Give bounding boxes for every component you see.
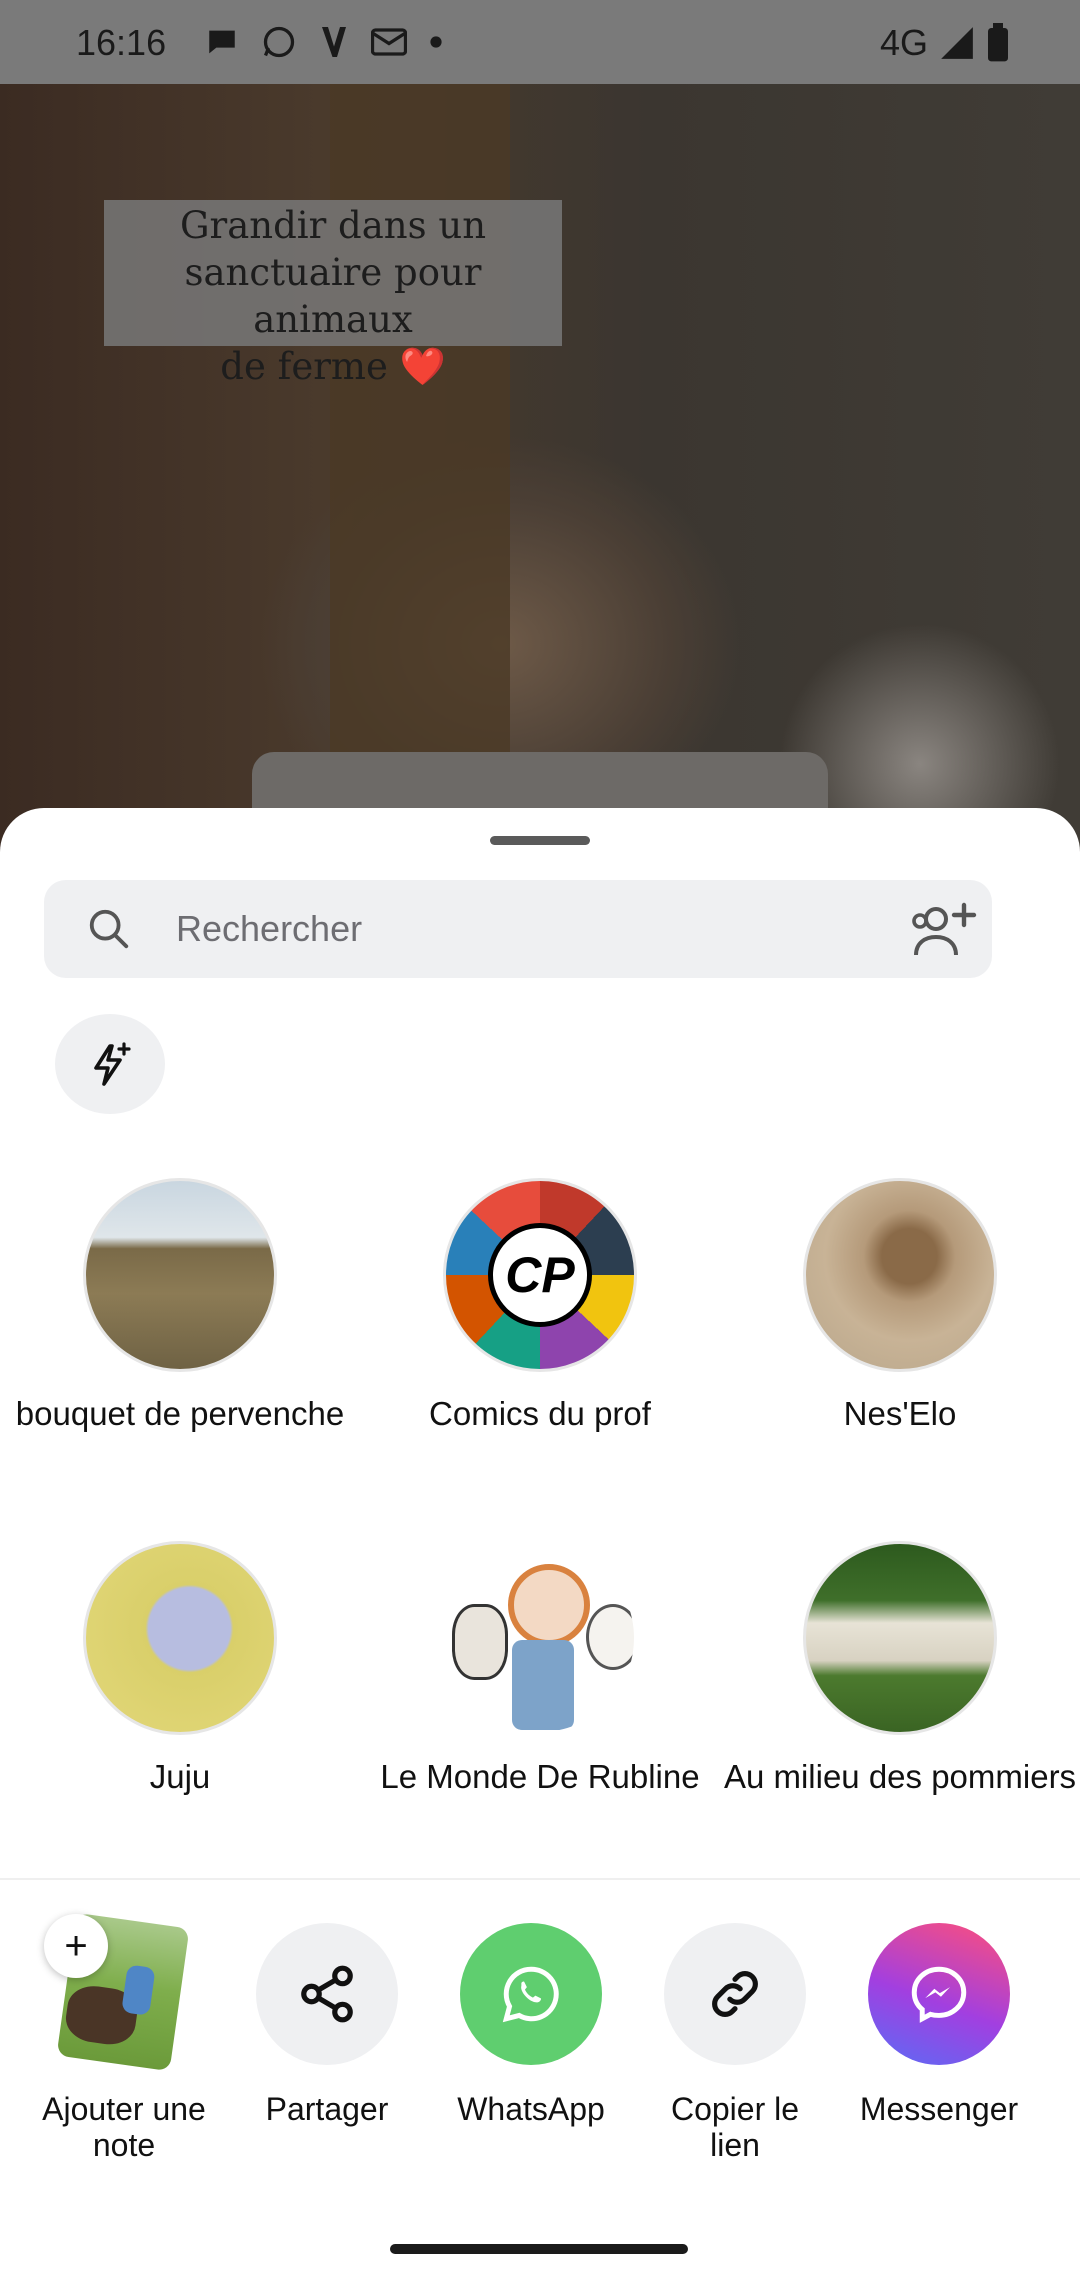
- link-icon: [712, 1971, 758, 2017]
- messenger-icon: [911, 1966, 967, 2023]
- comics-logo-text: CP: [505, 1247, 575, 1303]
- contact-juju[interactable]: Juju: [0, 1541, 360, 1799]
- comics-logo: CP: [488, 1223, 592, 1327]
- caption-line: sanctuaire pour animaux: [184, 251, 482, 341]
- add-note-button[interactable]: Ajouter une note: [34, 2091, 214, 2163]
- action-label: Ajouter une note: [42, 2091, 206, 2163]
- contact-comics-du-prof[interactable]: CP Comics du prof: [360, 1178, 720, 1436]
- contact-nes-elo[interactable]: Nes'Elo: [720, 1178, 1080, 1436]
- messenger-button[interactable]: Messenger: [849, 1923, 1029, 2127]
- sheep-illustration: [586, 1604, 634, 1670]
- whatsapp-icon: [263, 26, 295, 58]
- goat-illustration: [452, 1604, 508, 1680]
- avatar: [443, 1541, 637, 1735]
- girl-illustration: [508, 1564, 590, 1646]
- search-input[interactable]: Rechercher: [176, 908, 362, 950]
- action-label: WhatsApp: [457, 2091, 605, 2127]
- ai-spark-button[interactable]: [55, 1014, 165, 1114]
- whatsapp-circle: [460, 1923, 602, 2065]
- home-indicator[interactable]: [390, 2244, 688, 2254]
- copy-link-button[interactable]: Copier le lien: [645, 1923, 825, 2163]
- add-note-plus-icon[interactable]: +: [44, 1914, 108, 1978]
- network-label: 4G: [879, 22, 928, 63]
- drag-handle[interactable]: [490, 836, 590, 845]
- search-bar[interactable]: Rechercher: [44, 880, 992, 978]
- caption-line: de ferme ❤️: [220, 345, 446, 388]
- battery-icon: [988, 23, 1008, 62]
- v-app-icon: [322, 27, 346, 57]
- contact-name: Comics du prof: [429, 1395, 651, 1432]
- avatar: [803, 1178, 997, 1372]
- contact-au-milieu-des-pommiers[interactable]: Au milieu des pommiers: [720, 1541, 1080, 1799]
- contact-name: Juju: [149, 1758, 211, 1795]
- avatar: [83, 1541, 277, 1735]
- chat-icon: [209, 30, 235, 54]
- notification-icons: [205, 24, 443, 60]
- action-label: Messenger: [859, 2091, 1019, 2127]
- signal-icon: [941, 27, 973, 59]
- share-icon: [301, 1965, 353, 2023]
- video-caption: Grandir dans un sanctuaire pour animaux …: [104, 200, 562, 388]
- mail-icon: [371, 28, 407, 56]
- copy-link-circle: [664, 1923, 806, 2065]
- action-label: Partager: [265, 2091, 389, 2127]
- share-button[interactable]: Partager: [237, 1923, 417, 2127]
- share-sheet: Rechercher bouquet de pervenche CP Comic…: [0, 808, 1080, 2280]
- avatar: CP: [443, 1178, 637, 1372]
- status-right: 4G: [880, 22, 1010, 64]
- whatsapp-button[interactable]: WhatsApp: [441, 1923, 621, 2127]
- status-bar: 16:16 4G: [0, 0, 1080, 84]
- contact-le-monde-de-rubline[interactable]: Le Monde De Rubline: [360, 1541, 720, 1799]
- caption-line: Grandir dans un: [179, 204, 487, 247]
- dot-icon: [430, 36, 442, 48]
- photo-child: [121, 1964, 156, 2016]
- status-time: 16:16: [76, 22, 167, 63]
- contact-bouquet-de-pervenche[interactable]: bouquet de pervenche: [0, 1178, 360, 1436]
- whatsapp-icon: [502, 1966, 559, 2023]
- contact-name: Nes'Elo: [843, 1395, 957, 1432]
- share-circle: [256, 1923, 398, 2065]
- add-people-icon[interactable]: [910, 900, 978, 962]
- action-label: Copier le lien: [670, 2091, 800, 2163]
- divider: [0, 1878, 1080, 1880]
- lightning-sparkle-icon: [94, 1042, 131, 1086]
- contact-name: bouquet de pervenche: [15, 1395, 345, 1432]
- contact-name: Au milieu des pommiers: [723, 1758, 1077, 1795]
- search-icon: [89, 909, 129, 949]
- overalls-illustration: [512, 1640, 574, 1730]
- messenger-circle: [868, 1923, 1010, 2065]
- avatar: [803, 1541, 997, 1735]
- avatar: [83, 1178, 277, 1372]
- contact-name: Le Monde De Rubline: [380, 1758, 700, 1795]
